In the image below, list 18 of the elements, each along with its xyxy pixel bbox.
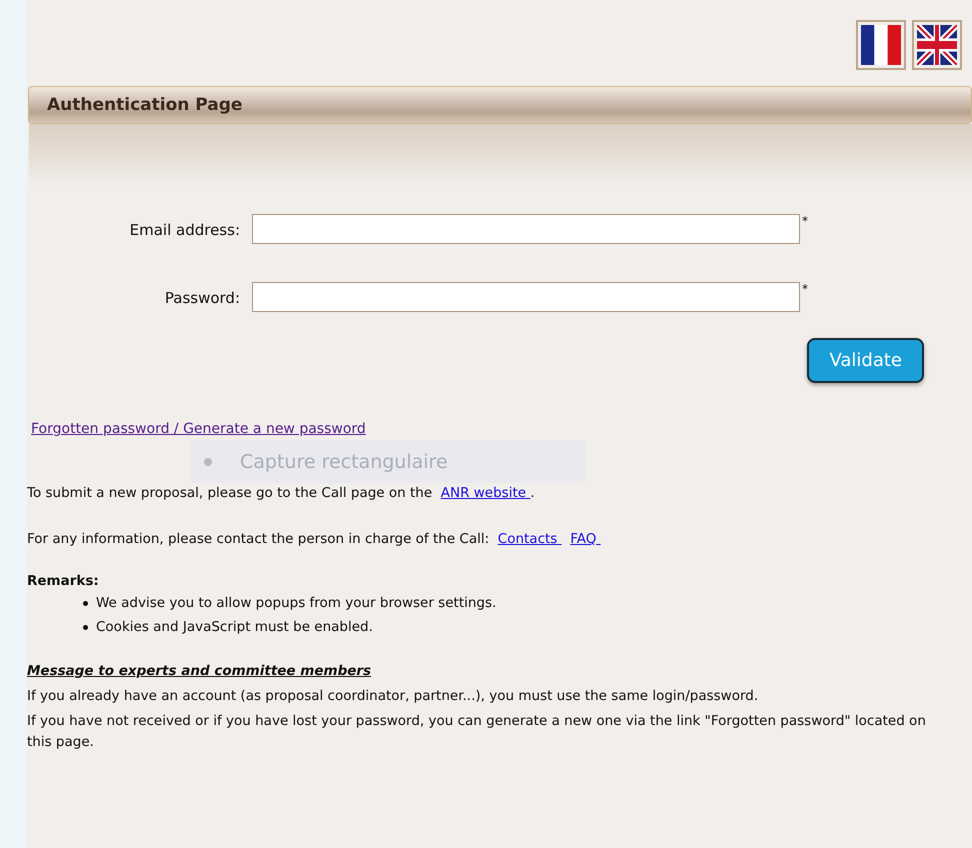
info-text: For any information, please contact the person in charge of the Call: Contacts FAQ bbox=[27, 531, 972, 547]
link[interactable]: Contacts bbox=[498, 531, 562, 547]
link[interactable]: FAQ bbox=[570, 531, 601, 547]
link[interactable]: ANR website bbox=[440, 485, 530, 501]
page-title: Authentication Page bbox=[47, 95, 242, 115]
message-title: Message to experts and committee members bbox=[27, 663, 372, 679]
remark-text: Cookies and JavaScript must be enabled. bbox=[96, 618, 373, 637]
field-label: Password: bbox=[164, 288, 241, 307]
required-mark: * bbox=[802, 282, 808, 296]
tooltip-text: Capture rectangulaire bbox=[240, 451, 448, 473]
message-text: If you have not received or if you have lost your password, you can generate a new one via the link "Forgotten password" located on this page. bbox=[27, 712, 927, 752]
info-text: To submit a new proposal, please go to the Call page on the ANR website . bbox=[27, 485, 536, 501]
field-label: Email address: bbox=[128, 220, 241, 239]
required-mark: * bbox=[802, 214, 808, 228]
remarks-title: Remarks: bbox=[27, 573, 100, 589]
forgot-password-link[interactable]: Forgotten password / Generate a new password bbox=[31, 421, 366, 437]
message-text: If you already have an account (as proposal coordinator, partner...), you must use the same login/password. bbox=[27, 687, 760, 706]
remark-text: We advise you to allow popups from your browser settings. bbox=[96, 594, 496, 613]
